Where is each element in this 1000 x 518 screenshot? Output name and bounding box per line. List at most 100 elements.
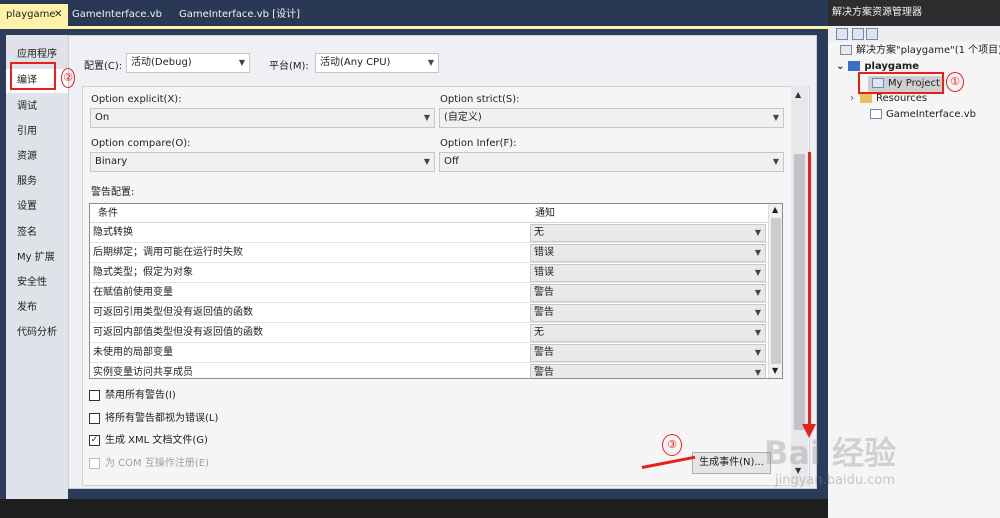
tab-gameinterface-code[interactable]: GameInterface.vb <box>66 4 168 26</box>
chevron-down-icon: ▼ <box>427 58 434 67</box>
checkbox-box <box>89 458 100 469</box>
chevron-right-icon: › <box>850 93 854 104</box>
nav-item-code-analysis[interactable]: 代码分析 <box>6 321 68 345</box>
chevron-down-icon: ▼ <box>754 348 761 357</box>
tab-close-icon[interactable]: ✕ <box>54 4 62 26</box>
document-tab-bar: playgame ✕ GameInterface.vb GameInterfac… <box>0 0 828 26</box>
scrollbar-thumb[interactable] <box>771 218 781 364</box>
table-row[interactable]: 在赋值前使用变量 警告 ▼ <box>90 283 768 303</box>
scroll-up-icon[interactable]: ▲ <box>772 205 778 214</box>
compile-settings: 配置(C): 活动(Debug) ▼ 平台(M): 活动(Any CPU) ▼ Op… <box>68 35 817 489</box>
option-explicit-value: On <box>95 112 110 123</box>
chevron-down-icon: ▼ <box>754 308 761 317</box>
nav-item-my-extensions[interactable]: My 扩展 <box>6 246 68 270</box>
nav-item-resources[interactable]: 资源 <box>6 145 68 169</box>
tree-label: playgame <box>864 61 920 72</box>
scroll-up-icon[interactable]: ▲ <box>795 90 801 99</box>
notification-select[interactable]: 无 ▼ <box>530 224 766 242</box>
notification-select[interactable]: 警告 ▼ <box>530 304 766 322</box>
checkmark-icon[interactable]: ✓ <box>89 435 100 446</box>
scroll-down-icon[interactable]: ▼ <box>772 366 778 375</box>
tree-resources[interactable]: › Resources <box>850 92 927 106</box>
project-properties-page: 应用程序 编译 调试 引用 资源 服务 设置 签名 My 扩展 安全性 发布 代… <box>0 29 828 499</box>
tab-gameinterface-design[interactable]: GameInterface.vb [设计] <box>173 4 306 26</box>
nav-item-signing[interactable]: 签名 <box>6 221 68 245</box>
tab-label: GameInterface.vb <box>72 9 162 20</box>
warning-condition: 隐式类型；假定为对象 <box>93 267 193 278</box>
collapse-all-icon[interactable] <box>836 28 848 40</box>
explorer-toolbar <box>828 26 1000 42</box>
table-header: 条件 通知 <box>90 204 768 223</box>
table-row[interactable]: 后期绑定；调用可能在运行时失败 错误 ▼ <box>90 243 768 263</box>
chevron-down-icon: ▼ <box>423 157 430 166</box>
chevron-down-icon: ▼ <box>754 328 761 337</box>
option-compare-select[interactable]: Binary ▼ <box>90 152 435 172</box>
nav-item-publish[interactable]: 发布 <box>6 296 68 320</box>
option-infer-select[interactable]: Off ▼ <box>439 152 784 172</box>
notification-value: 警告 <box>534 347 554 358</box>
warning-condition: 可返回内部值类型但没有返回值的函数 <box>93 327 263 338</box>
notification-value: 无 <box>534 327 544 338</box>
notification-select[interactable]: 警告 ▼ <box>530 284 766 302</box>
vb-project-icon <box>848 61 861 71</box>
nav-item-settings[interactable]: 设置 <box>6 195 68 219</box>
config-select[interactable]: 活动(Debug) ▼ <box>126 53 250 73</box>
solution-icon <box>840 45 852 55</box>
option-strict-select[interactable]: (自定义) ▼ <box>439 108 784 128</box>
build-events-button[interactable]: 生成事件(N)... <box>692 452 771 474</box>
warnings-label: 警告配置: <box>91 187 135 198</box>
properties-nav: 应用程序 编译 调试 引用 资源 服务 设置 签名 My 扩展 安全性 发布 代… <box>6 35 72 499</box>
option-compare-value: Binary <box>95 156 128 167</box>
highlight-my-project <box>858 72 944 94</box>
checkbox-label: 将所有警告都视为错误(L) <box>105 413 219 424</box>
tree-solution[interactable]: 解决方案"playgame"(1 个项目) <box>840 44 1000 58</box>
table-row[interactable]: 实例变量访问共享成员 警告 ▼ <box>90 363 768 378</box>
status-bar <box>0 499 828 518</box>
warning-condition: 未使用的局部变量 <box>93 347 173 358</box>
chevron-down-icon: ▼ <box>238 58 245 67</box>
table-row[interactable]: 可返回引用类型但没有返回值的函数 警告 ▼ <box>90 303 768 323</box>
checkbox-box[interactable] <box>89 390 100 401</box>
form-file-icon <box>870 109 882 119</box>
table-row[interactable]: 隐式转换无 ▼ <box>90 223 768 243</box>
notification-value: 错误 <box>534 247 554 258</box>
column-header-condition: 条件 <box>98 208 118 219</box>
warnings-table: 条件 通知 隐式转换无 ▼ 后期绑定；调用可能在运行时失败 错误 ▼ 隐式类型；假定为… <box>89 203 783 379</box>
option-compare-label: Option compare(O): <box>91 138 191 149</box>
annotation-2: ② <box>61 68 75 88</box>
chevron-down-icon: ⌄ <box>836 61 845 72</box>
chevron-down-icon: ▼ <box>772 157 779 166</box>
checkbox-label: 禁用所有警告(I) <box>105 390 176 401</box>
platform-select[interactable]: 活动(Any CPU) ▼ <box>315 53 439 73</box>
nav-item-services[interactable]: 服务 <box>6 170 68 194</box>
properties-icon[interactable] <box>852 28 864 40</box>
table-row[interactable]: 可返回内部值类型但没有返回值的函数无 ▼ <box>90 323 768 343</box>
chevron-down-icon: ▼ <box>754 248 761 257</box>
highlight-compile-tab <box>10 62 56 90</box>
warning-condition: 后期绑定；调用可能在运行时失败 <box>93 247 243 258</box>
option-explicit-select[interactable]: On ▼ <box>90 108 435 128</box>
option-infer-value: Off <box>444 156 459 167</box>
refresh-icon[interactable] <box>866 28 878 40</box>
table-row[interactable]: 未使用的局部变量 警告 ▼ <box>90 343 768 363</box>
nav-item-references[interactable]: 引用 <box>6 120 68 144</box>
table-row[interactable]: 隐式类型；假定为对象 错误 ▼ <box>90 263 768 283</box>
nav-item-security[interactable]: 安全性 <box>6 271 68 295</box>
notification-select[interactable]: 警告 ▼ <box>530 364 766 378</box>
platform-label: 平台(M): <box>269 61 309 72</box>
checkbox-box[interactable] <box>89 413 100 424</box>
table-scrollbar[interactable]: ▲ ▼ <box>768 204 782 378</box>
notification-value: 警告 <box>534 367 554 378</box>
nav-item-debug[interactable]: 调试 <box>6 95 68 119</box>
notification-select[interactable]: 错误 ▼ <box>530 244 766 262</box>
scrollbar-thumb[interactable] <box>794 154 805 430</box>
notification-select[interactable]: 错误 ▼ <box>530 264 766 282</box>
chevron-down-icon: ▼ <box>754 368 761 377</box>
watermark-url: jingyan.baidu.com <box>775 473 895 488</box>
warning-condition: 实例变量访问共享成员 <box>93 367 193 378</box>
watermark-logo: Bai 经验 <box>764 434 897 472</box>
option-strict-label: Option strict(S): <box>440 94 520 105</box>
tree-gameinterface[interactable]: GameInterface.vb <box>870 108 976 122</box>
notification-select[interactable]: 无 ▼ <box>530 324 766 342</box>
notification-select[interactable]: 警告 ▼ <box>530 344 766 362</box>
